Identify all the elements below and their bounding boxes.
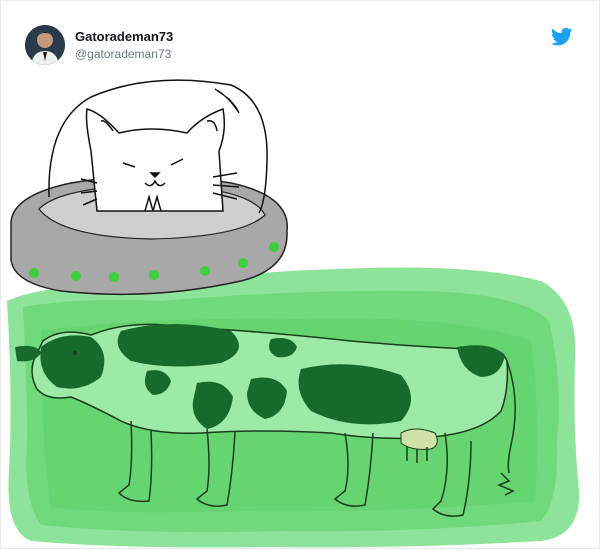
avatar[interactable]	[25, 25, 65, 65]
cat-icon	[80, 107, 240, 212]
tweet-media-drawing[interactable]	[1, 1, 600, 550]
avatar-image	[25, 25, 65, 65]
author-names: Gatorademan73 @gatorademan73	[75, 29, 173, 62]
twitter-bird-icon[interactable]	[550, 27, 573, 47]
tweet-card: Gatorademan73 @gatorademan73	[0, 0, 600, 549]
author-display-name[interactable]: Gatorademan73	[75, 29, 173, 45]
author-handle[interactable]: @gatorademan73	[75, 46, 173, 62]
tweet-header: Gatorademan73 @gatorademan73	[25, 25, 575, 69]
